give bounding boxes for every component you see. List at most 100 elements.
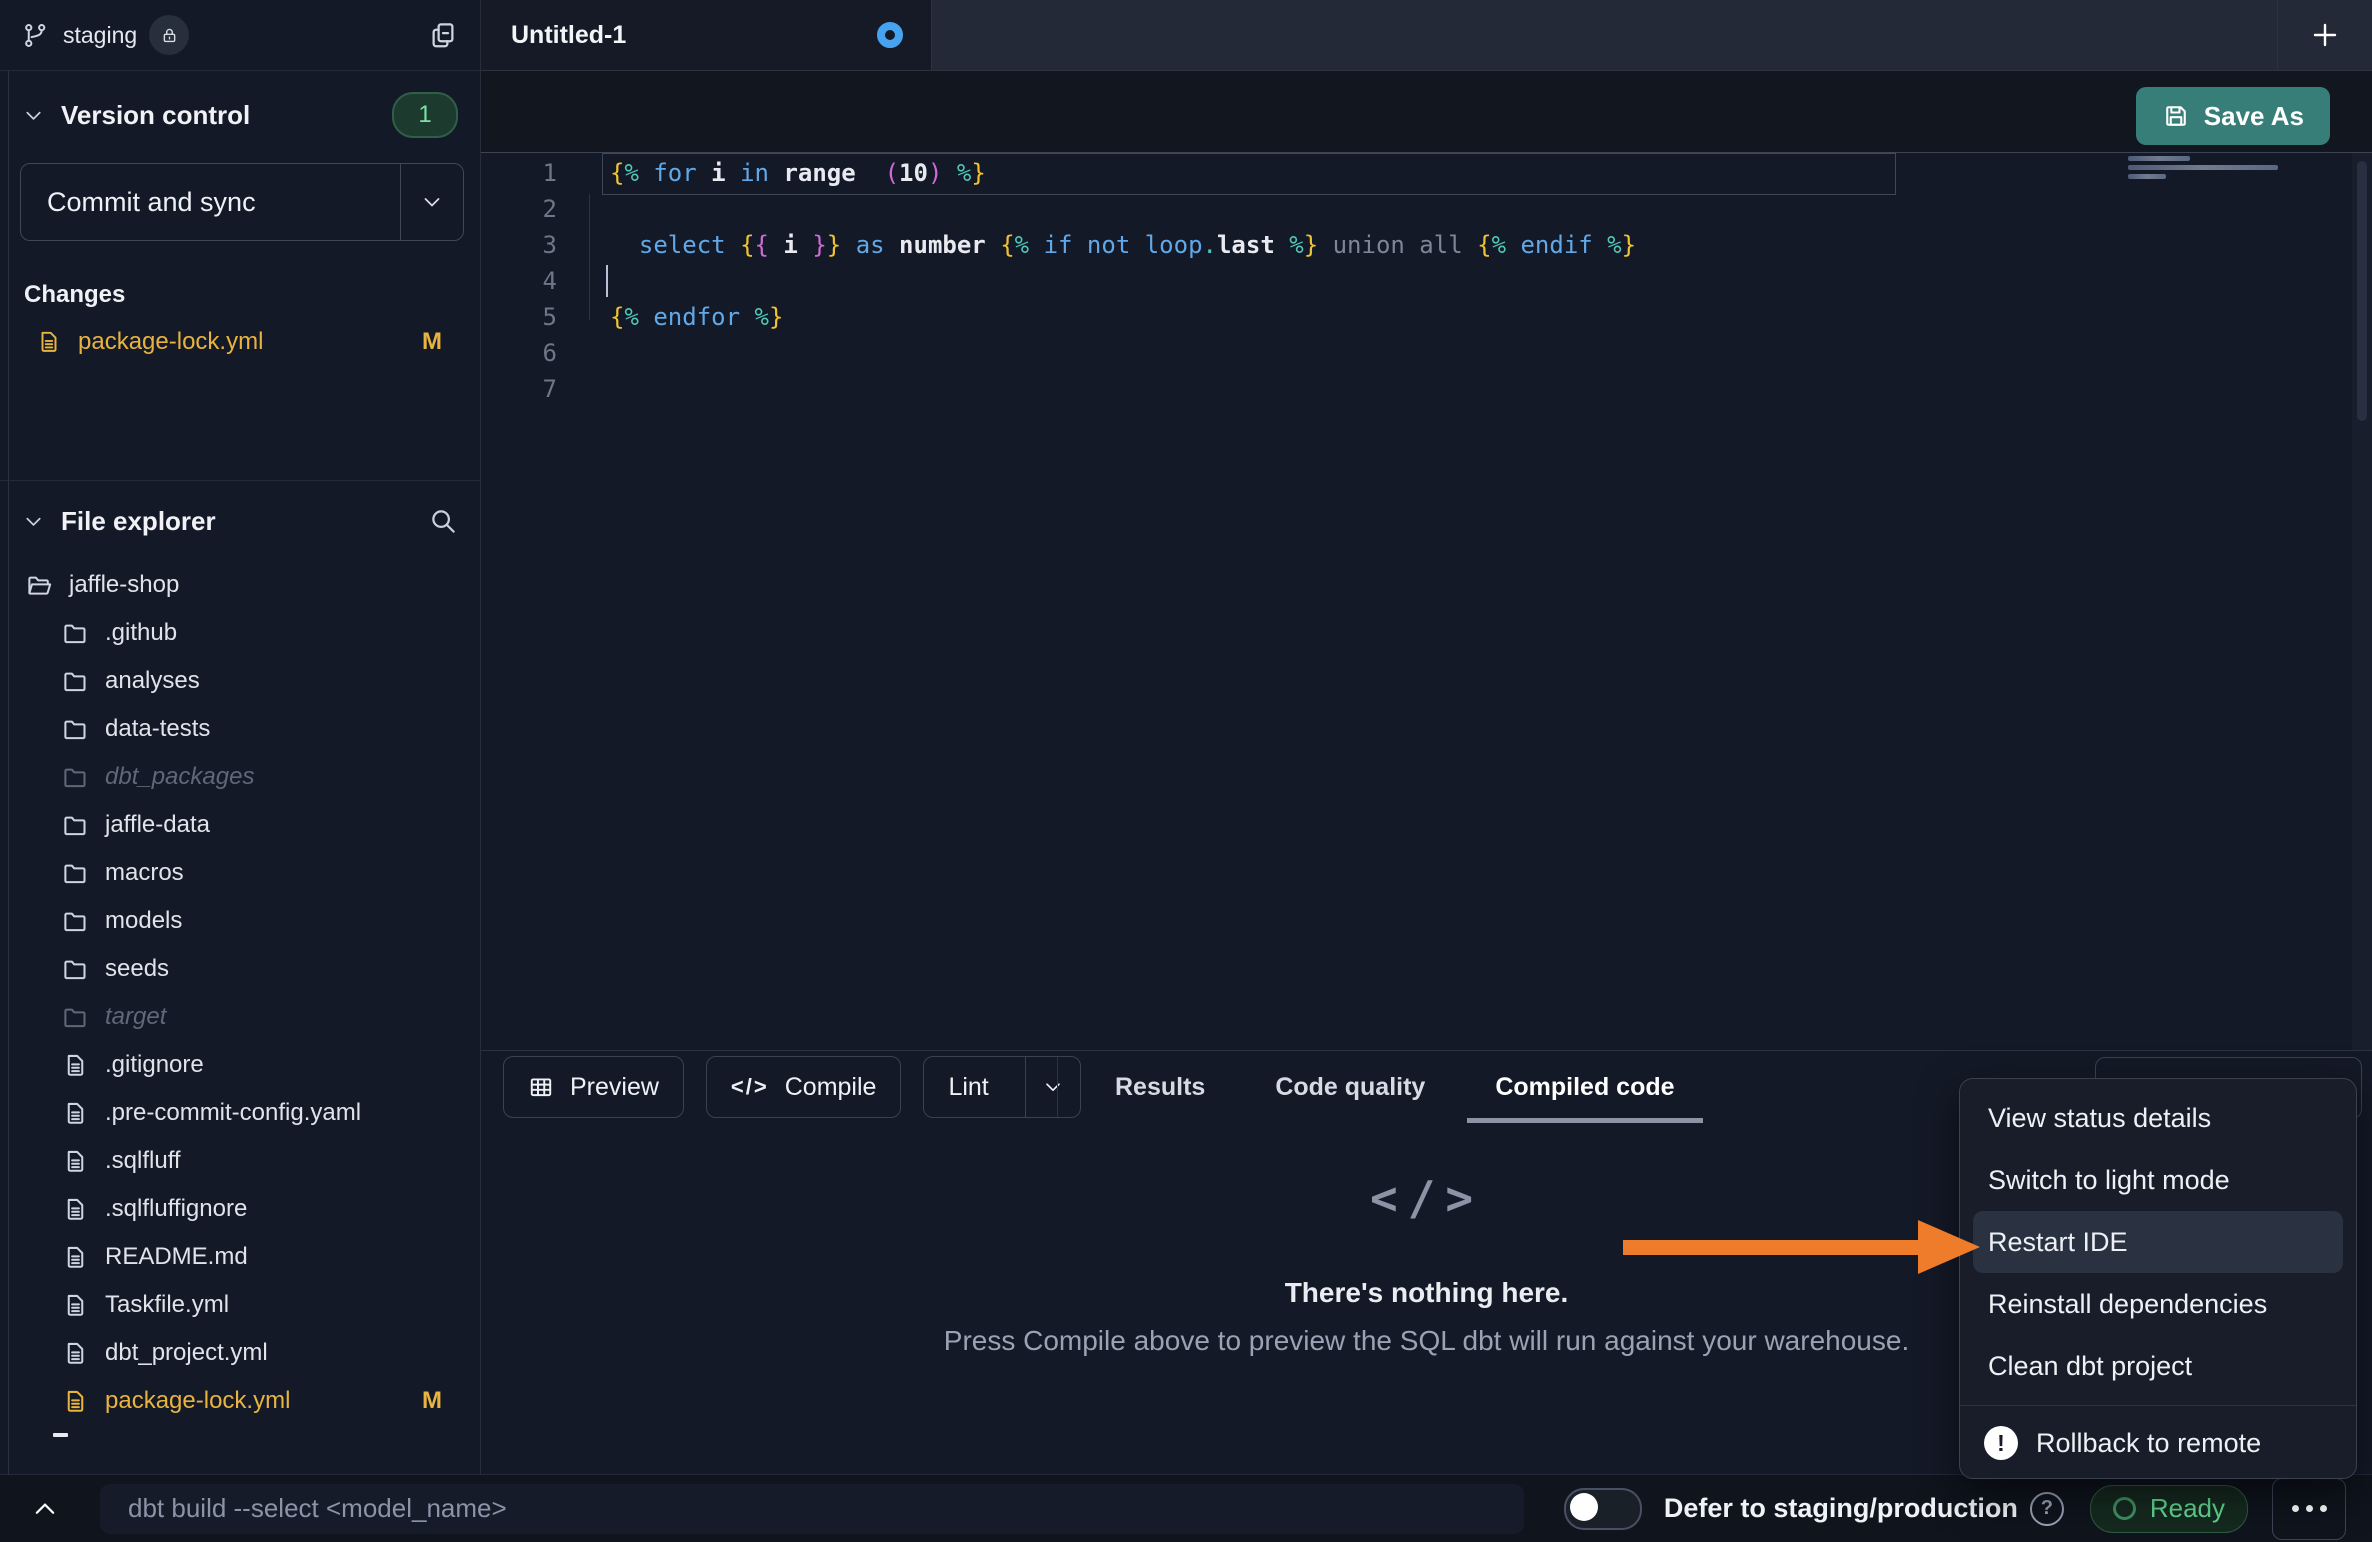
defer-toggle[interactable] (1564, 1488, 1642, 1530)
line-number: 4 (481, 263, 557, 299)
code-token: } (769, 303, 783, 331)
code-token: } (827, 231, 841, 259)
code-editor[interactable]: 1234567 {% for i in range (10) %} select… (481, 152, 2372, 1051)
chevron-down-icon[interactable] (22, 510, 45, 533)
save-icon (2162, 102, 2190, 130)
code-token: if (1044, 231, 1073, 259)
commit-button-label: Commit and sync (21, 187, 400, 218)
commit-and-sync-button[interactable]: Commit and sync (20, 163, 464, 241)
code-token: all (1419, 231, 1462, 259)
file-explorer-item-.gitignore[interactable]: .gitignore (0, 1041, 480, 1089)
menu-item-view-status-details[interactable]: View status details (1960, 1087, 2356, 1149)
menu-item-reinstall-dependencies[interactable]: Reinstall dependencies (1960, 1273, 2356, 1335)
panel-tab-results[interactable]: Results (1087, 1051, 1233, 1123)
editor-header: Save As (481, 71, 2372, 153)
defer-label: Defer to staging/production (1664, 1493, 2018, 1524)
editor-tab-bar: Untitled-1 (481, 0, 2372, 71)
file-explorer-item-target[interactable]: target (0, 993, 480, 1041)
code-token: in (740, 159, 769, 187)
code-token: % (624, 159, 638, 187)
minimap-line (2128, 174, 2166, 179)
save-as-button[interactable]: Save As (2136, 87, 2330, 145)
code-line-1[interactable]: {% for i in range (10) %} (610, 155, 2192, 191)
file-explorer-item-.sqlfluffignore[interactable]: .sqlfluffignore (0, 1185, 480, 1233)
code-token (1072, 231, 1086, 259)
new-tab-button[interactable] (2277, 0, 2372, 70)
code-token (841, 231, 855, 259)
menu-item-switch-to-light-mode[interactable]: Switch to light mode (1960, 1149, 2356, 1211)
line-number: 1 (481, 155, 557, 191)
code-token: . (1203, 231, 1217, 259)
menu-item-clean-dbt-project[interactable]: Clean dbt project (1960, 1335, 2356, 1397)
file-explorer-item-data-tests[interactable]: data-tests (0, 705, 480, 753)
code-token (942, 159, 956, 187)
file-explorer: File explorer jaffle-shop.githubanalyses… (0, 480, 480, 1475)
chevron-down-icon[interactable] (22, 104, 45, 127)
file-explorer-item-models[interactable]: models (0, 897, 480, 945)
code-token: % (957, 159, 971, 187)
version-control-header[interactable]: Version control 1 (0, 71, 480, 159)
file-explorer-item-.sqlfluff[interactable]: .sqlfluff (0, 1137, 480, 1185)
line-number: 2 (481, 191, 557, 227)
file-explorer-item-Taskfile.yml[interactable]: Taskfile.yml (0, 1281, 480, 1329)
copy-icon[interactable] (428, 20, 458, 50)
file-explorer-title: File explorer (61, 506, 216, 537)
code-line-3[interactable]: select {{ i }} as number {% if not loop.… (610, 227, 2192, 263)
indent-guide (589, 194, 590, 320)
scrollbar-thumb[interactable] (2357, 161, 2367, 421)
status-badge[interactable]: Ready (2090, 1485, 2248, 1533)
command-input[interactable]: dbt build --select <model_name> (100, 1484, 1524, 1534)
panel-tab-code-quality[interactable]: Code quality (1247, 1051, 1453, 1123)
chevron-down-icon (1042, 1076, 1064, 1098)
code-token: ) (928, 159, 942, 187)
file-explorer-item-jaffle-data[interactable]: jaffle-data (0, 801, 480, 849)
tab-untitled-1[interactable]: Untitled-1 (481, 0, 932, 70)
sidebar: staging Version control 1 Commit and syn… (0, 0, 481, 1475)
file-explorer-header[interactable]: File explorer (0, 481, 480, 561)
file-name: dbt_project.yml (105, 1339, 268, 1367)
compile-button[interactable]: </> Compile (706, 1056, 902, 1118)
folder-icon (62, 812, 89, 839)
plus-icon (2309, 19, 2341, 51)
code-token: loop (1145, 231, 1203, 259)
menu-item-rollback-to-remote[interactable]: !Rollback to remote (1960, 1414, 2356, 1472)
help-icon[interactable]: ? (2030, 1492, 2064, 1526)
file-explorer-item-dbt_project.yml[interactable]: dbt_project.yml (0, 1329, 480, 1377)
file-explorer-item-.pre-commit-config.yaml[interactable]: .pre-commit-config.yaml (0, 1089, 480, 1137)
minimap[interactable] (2128, 156, 2280, 183)
file-explorer-item-dbt_packages[interactable]: dbt_packages (0, 753, 480, 801)
status-bar: dbt build --select <model_name> Defer to… (0, 1474, 2372, 1542)
panel-tab-compiled-code[interactable]: Compiled code (1467, 1051, 1702, 1123)
code-token: % (1289, 231, 1303, 259)
more-options-button[interactable] (2272, 1478, 2346, 1540)
chevron-up-icon[interactable] (30, 1494, 60, 1524)
file-explorer-item-macros[interactable]: macros (0, 849, 480, 897)
minimap-line (2128, 156, 2190, 161)
code-line-6[interactable] (610, 335, 2192, 371)
code-lines[interactable]: {% for i in range (10) %} select {{ i }}… (610, 155, 2192, 407)
branch-name[interactable]: staging (63, 22, 137, 49)
menu-item-restart-ide[interactable]: Restart IDE (1973, 1211, 2343, 1273)
code-token (726, 159, 740, 187)
file-explorer-item-analyses[interactable]: analyses (0, 657, 480, 705)
code-line-2[interactable] (610, 191, 2192, 227)
code-line-7[interactable] (610, 371, 2192, 407)
folder-icon (62, 1004, 89, 1031)
file-explorer-item-.github[interactable]: .github (0, 609, 480, 657)
file-icon (62, 1100, 89, 1127)
code-token (740, 303, 754, 331)
file-explorer-item-README.md[interactable]: README.md (0, 1233, 480, 1281)
code-line-5[interactable]: {% endfor %} (610, 299, 2192, 335)
file-explorer-item-package-lock.yml[interactable]: package-lock.ymlM (0, 1377, 480, 1425)
file-explorer-item-seeds[interactable]: seeds (0, 945, 480, 993)
dot (2306, 1505, 2313, 1512)
file-explorer-item-jaffle-shop[interactable]: jaffle-shop (0, 561, 480, 609)
editor-scrollbar[interactable] (2352, 153, 2372, 1051)
code-line-4[interactable] (610, 263, 2192, 299)
commit-options-dropdown[interactable] (400, 164, 463, 240)
lint-options-dropdown[interactable] (1025, 1057, 1080, 1117)
preview-button[interactable]: Preview (503, 1056, 684, 1118)
changed-file-row[interactable]: package-lock.yml M (0, 319, 480, 365)
unsaved-changes-dot[interactable] (877, 22, 903, 48)
search-icon[interactable] (428, 506, 458, 536)
